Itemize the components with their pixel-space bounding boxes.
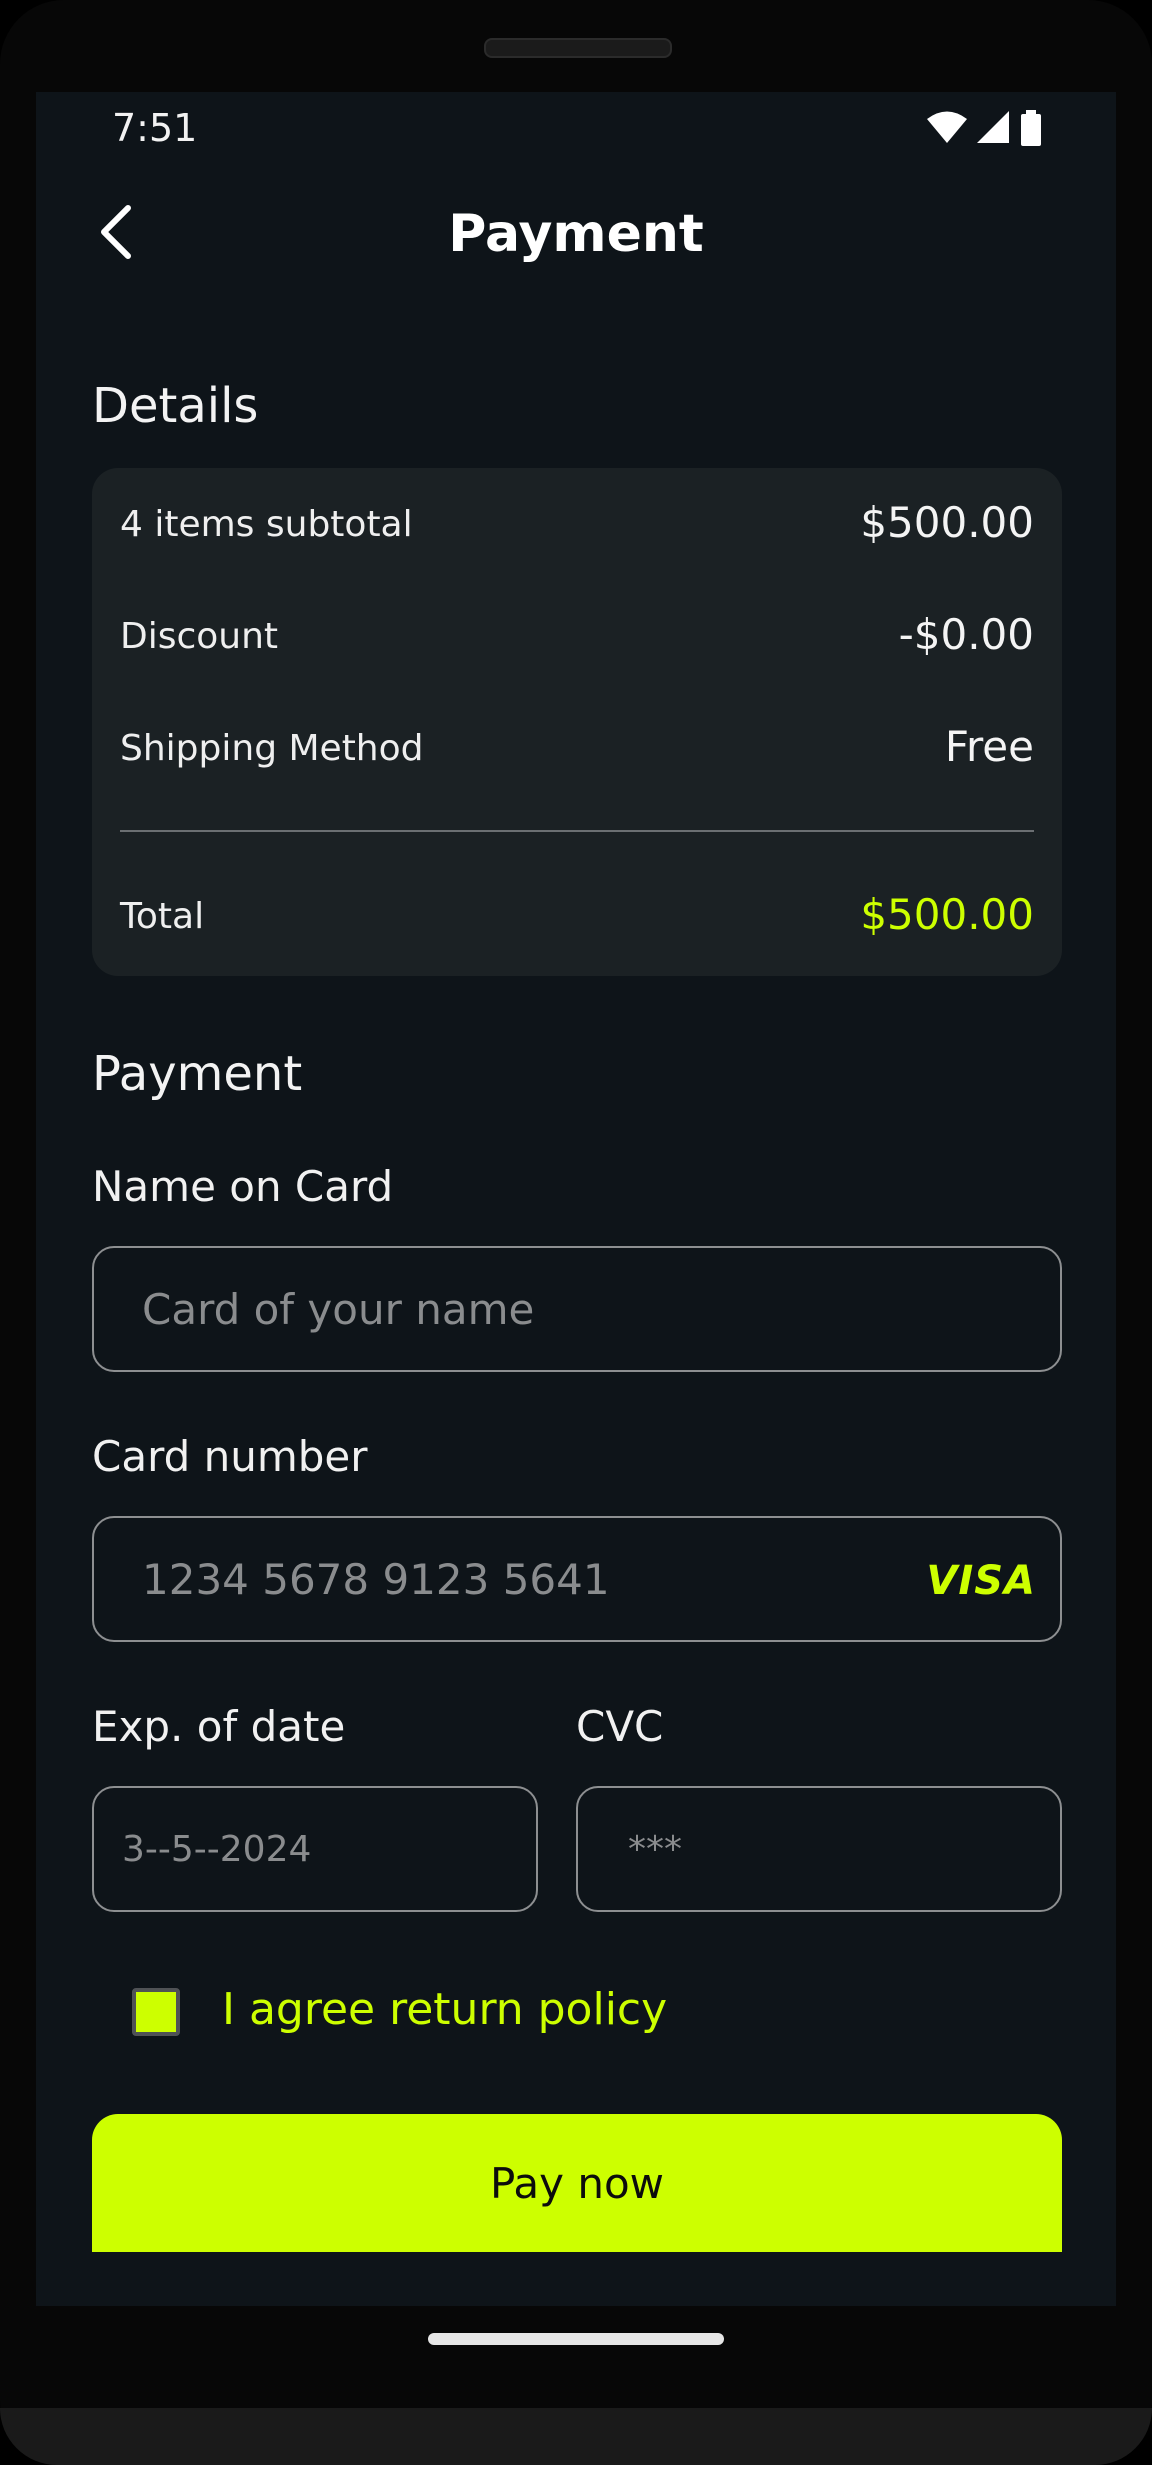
discount-value: -$0.00 bbox=[898, 610, 1034, 659]
discount-label: Discount bbox=[120, 616, 279, 657]
card-number-input[interactable]: 1234 5678 9123 5641 VISA bbox=[92, 1516, 1062, 1642]
subtotal-value: $500.00 bbox=[860, 498, 1034, 547]
exp-date-label: Exp. of date bbox=[92, 1702, 346, 1751]
signal-icon bbox=[977, 111, 1009, 143]
app-screen: 7:51 Payment Details 4 items subtotal $5… bbox=[36, 92, 1116, 2306]
agree-policy-label[interactable]: I agree return policy bbox=[222, 1984, 667, 2035]
card-number-placeholder: 1234 5678 9123 5641 bbox=[142, 1554, 610, 1604]
payment-section-title: Payment bbox=[92, 1046, 303, 1102]
visa-logo-icon: VISA bbox=[926, 1558, 1036, 1604]
cvc-label: CVC bbox=[576, 1702, 664, 1751]
shipping-method-label: Shipping Method bbox=[120, 728, 424, 769]
shipping-method-value: Free bbox=[944, 722, 1034, 771]
name-on-card-label: Name on Card bbox=[92, 1162, 394, 1211]
name-on-card-placeholder: Card of your name bbox=[142, 1284, 535, 1334]
phone-frame: 7:51 Payment Details 4 items subtotal $5… bbox=[0, 0, 1152, 2465]
agree-policy-checkbox[interactable] bbox=[132, 1988, 180, 2036]
total-label: Total bbox=[120, 896, 205, 937]
total-value: $500.00 bbox=[860, 890, 1034, 939]
page-title: Payment bbox=[448, 204, 704, 264]
wifi-icon bbox=[927, 111, 967, 143]
exp-date-input[interactable]: 3--5--2024 bbox=[92, 1786, 538, 1912]
cvc-input[interactable]: *** bbox=[576, 1786, 1062, 1912]
exp-date-placeholder: 3--5--2024 bbox=[122, 1828, 312, 1870]
home-indicator[interactable] bbox=[428, 2333, 724, 2345]
phone-bottom-edge bbox=[0, 2408, 1152, 2465]
pay-now-button[interactable]: Pay now bbox=[92, 2114, 1062, 2252]
subtotal-label: 4 items subtotal bbox=[120, 504, 413, 545]
battery-icon bbox=[1021, 110, 1041, 146]
details-title: Details bbox=[92, 378, 259, 434]
name-on-card-input[interactable]: Card of your name bbox=[92, 1246, 1062, 1372]
card-number-label: Card number bbox=[92, 1432, 368, 1481]
earpiece-speaker bbox=[484, 38, 672, 58]
cvc-placeholder: *** bbox=[628, 1828, 682, 1870]
order-details-card: 4 items subtotal $500.00 Discount -$0.00… bbox=[92, 468, 1062, 976]
status-time: 7:51 bbox=[112, 106, 198, 150]
details-divider bbox=[120, 830, 1034, 832]
